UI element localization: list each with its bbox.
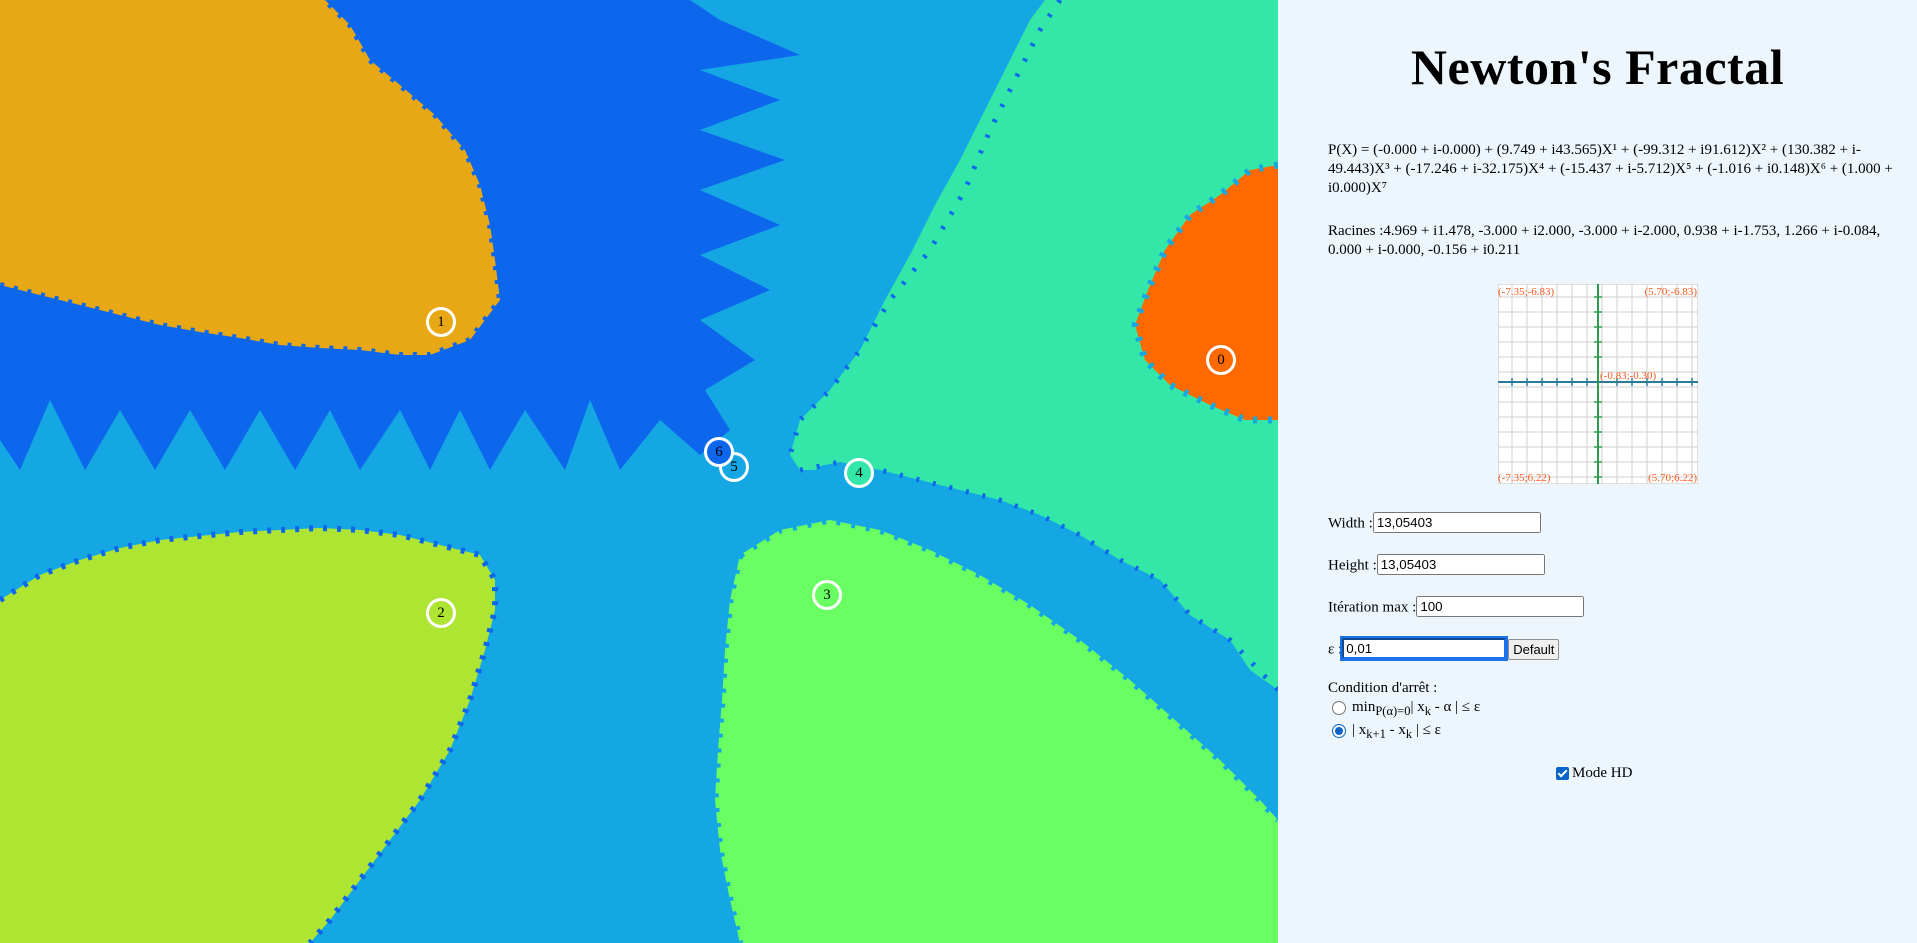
height-input[interactable] (1376, 554, 1545, 575)
iteration-label: Itération max : (1328, 599, 1417, 616)
root-marker-6[interactable]: 6 (704, 437, 734, 467)
control-panel: Newton's Fractal P(X) = (-0.000 + i-0.00… (1278, 0, 1917, 943)
hd-mode-checkbox[interactable] (1556, 767, 1569, 781)
epsilon-row: ε : Default (1328, 636, 1560, 661)
epsilon-label: ε : (1328, 641, 1343, 658)
stop-option-min-distance-radio[interactable] (1332, 700, 1346, 715)
width-label: Width : (1328, 515, 1373, 532)
preview-top-left-label: (-7.35;-6.83) (1498, 286, 1555, 298)
stop-condition-label: Condition d'arrêt : (1328, 680, 1438, 696)
preview-bottom-right-label: (5.70;6.22) (1648, 472, 1697, 484)
root-marker-0[interactable]: 0 (1206, 345, 1236, 375)
root-marker-3[interactable]: 3 (812, 580, 842, 610)
page-title: Newton's Fractal (1410, 39, 1785, 95)
width-row: Width : (1328, 511, 1541, 535)
width-input[interactable] (1372, 512, 1541, 533)
stop-option-min-distance[interactable]: minP(α)=0| xk - α | ≤ ε (1332, 699, 1480, 719)
height-row: Height : (1328, 553, 1545, 577)
roots-text: Racines :4.969 + i1.478, -3.000 + i2.000… (1328, 223, 1881, 258)
stop-option-step-size-radio[interactable] (1332, 723, 1346, 738)
root-marker-1[interactable]: 1 (426, 307, 456, 337)
hd-mode-label: Mode HD (1572, 765, 1633, 781)
fractal-canvas[interactable]: 0 1 2 3 4 5 6 (0, 0, 1278, 943)
default-button[interactable]: Default (1508, 639, 1560, 661)
height-label: Height : (1328, 557, 1377, 574)
preview-bottom-left-label: (-7.35;6.22) (1498, 472, 1551, 484)
root-marker-4[interactable]: 4 (844, 458, 874, 488)
stop-option-step-size[interactable]: | xk+1 - xk | ≤ ε (1332, 722, 1441, 742)
view-preview[interactable]: (-7.35;-6.83) (5.70;-6.83) (-7.35;6.22) … (1498, 284, 1698, 484)
epsilon-input[interactable] (1340, 636, 1509, 661)
iteration-input[interactable] (1416, 596, 1585, 617)
root-marker-2[interactable]: 2 (426, 598, 456, 628)
iteration-row: Itération max : (1328, 595, 1585, 619)
hd-mode-row[interactable]: Mode HD (1556, 765, 1632, 782)
preview-top-right-label: (5.70;-6.83) (1644, 286, 1697, 298)
preview-center-label: (-0.83;-0.30) (1600, 370, 1657, 382)
polynomial-text: P(X) = (-0.000 + i-0.000) + (9.749 + i43… (1328, 142, 1893, 196)
